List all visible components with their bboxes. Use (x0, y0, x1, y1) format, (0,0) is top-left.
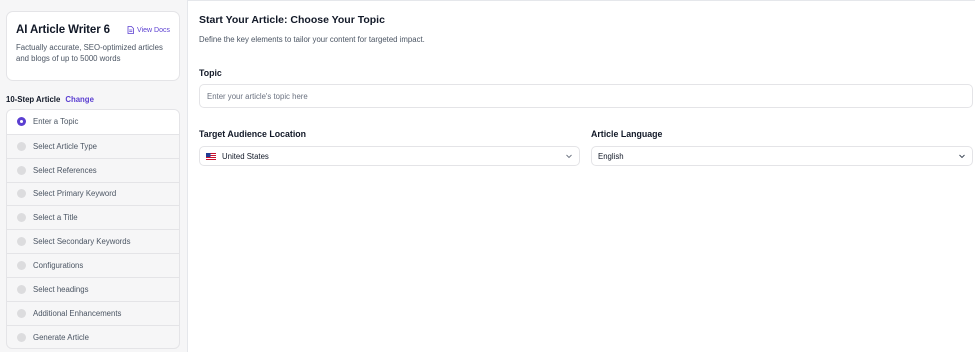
step-label: Select Article Type (33, 141, 97, 151)
step-indicator-icon (17, 213, 26, 223)
main-content: Start Your Article: Choose Your Topic De… (188, 0, 975, 352)
step-generate-article[interactable]: Generate Article (7, 324, 179, 349)
step-indicator-icon (17, 141, 26, 151)
step-select-headings[interactable]: Select headings (7, 276, 179, 301)
step-label: Configurations (33, 260, 84, 270)
location-select[interactable]: United States (199, 146, 580, 166)
step-label: Enter a Topic (33, 117, 79, 127)
step-indicator-icon (17, 189, 26, 199)
step-select-article-type[interactable]: Select Article Type (7, 133, 179, 158)
page-subtitle: Define the key elements to tailor your c… (199, 35, 425, 44)
tool-description: Factually accurate, SEO-optimized articl… (16, 43, 163, 63)
steps-list: Enter a Topic Select Article Type Select… (6, 109, 180, 350)
document-icon (127, 26, 134, 34)
steps-title: 10-Step Article (6, 95, 61, 104)
step-label: Select Secondary Keywords (33, 237, 131, 247)
step-select-secondary-keywords[interactable]: Select Secondary Keywords (7, 229, 179, 253)
step-enter-topic[interactable]: Enter a Topic (7, 110, 179, 134)
step-active-indicator-icon (17, 117, 26, 127)
app-root: AI Article Writer 6 View Docs Factually … (0, 0, 975, 352)
step-select-title[interactable]: Select a Title (7, 205, 179, 229)
step-indicator-icon (17, 308, 26, 318)
language-select[interactable]: English (591, 146, 973, 166)
language-selected-value: English (598, 151, 624, 161)
topic-label: Topic (199, 68, 222, 78)
location-label: Target Audience Location (199, 129, 307, 139)
chevron-down-icon (565, 152, 573, 160)
step-configurations[interactable]: Configurations (7, 253, 179, 277)
location-selected-value: United States (222, 151, 269, 161)
step-indicator-icon (17, 332, 26, 342)
change-link[interactable]: Change (65, 95, 94, 104)
step-label: Select Primary Keyword (33, 189, 117, 199)
step-label: Additional Enhancements (33, 308, 122, 318)
step-select-references[interactable]: Select References (7, 157, 179, 182)
tool-info-card: AI Article Writer 6 View Docs Factually … (6, 11, 180, 81)
step-indicator-icon (17, 165, 26, 175)
step-additional-enhancements[interactable]: Additional Enhancements (7, 300, 179, 325)
step-select-primary-keyword[interactable]: Select Primary Keyword (7, 181, 179, 206)
chevron-down-icon (958, 152, 966, 160)
step-label: Select References (33, 165, 97, 175)
view-docs-link[interactable]: View Docs (127, 26, 170, 34)
step-label: Generate Article (33, 332, 89, 342)
step-label: Select a Title (33, 213, 78, 223)
language-label: Article Language (591, 129, 663, 139)
steps-header: 10-Step Article Change (6, 95, 94, 104)
view-docs-label: View Docs (137, 26, 170, 34)
step-indicator-icon (17, 237, 26, 247)
topic-input[interactable] (199, 84, 973, 108)
step-indicator-icon (17, 260, 26, 270)
step-indicator-icon (17, 284, 26, 294)
step-label: Select headings (33, 284, 89, 294)
tool-title: AI Article Writer 6 (16, 24, 110, 36)
us-flag-icon (206, 152, 216, 160)
sidebar: AI Article Writer 6 View Docs Factually … (0, 0, 188, 352)
page-title: Start Your Article: Choose Your Topic (199, 14, 385, 26)
